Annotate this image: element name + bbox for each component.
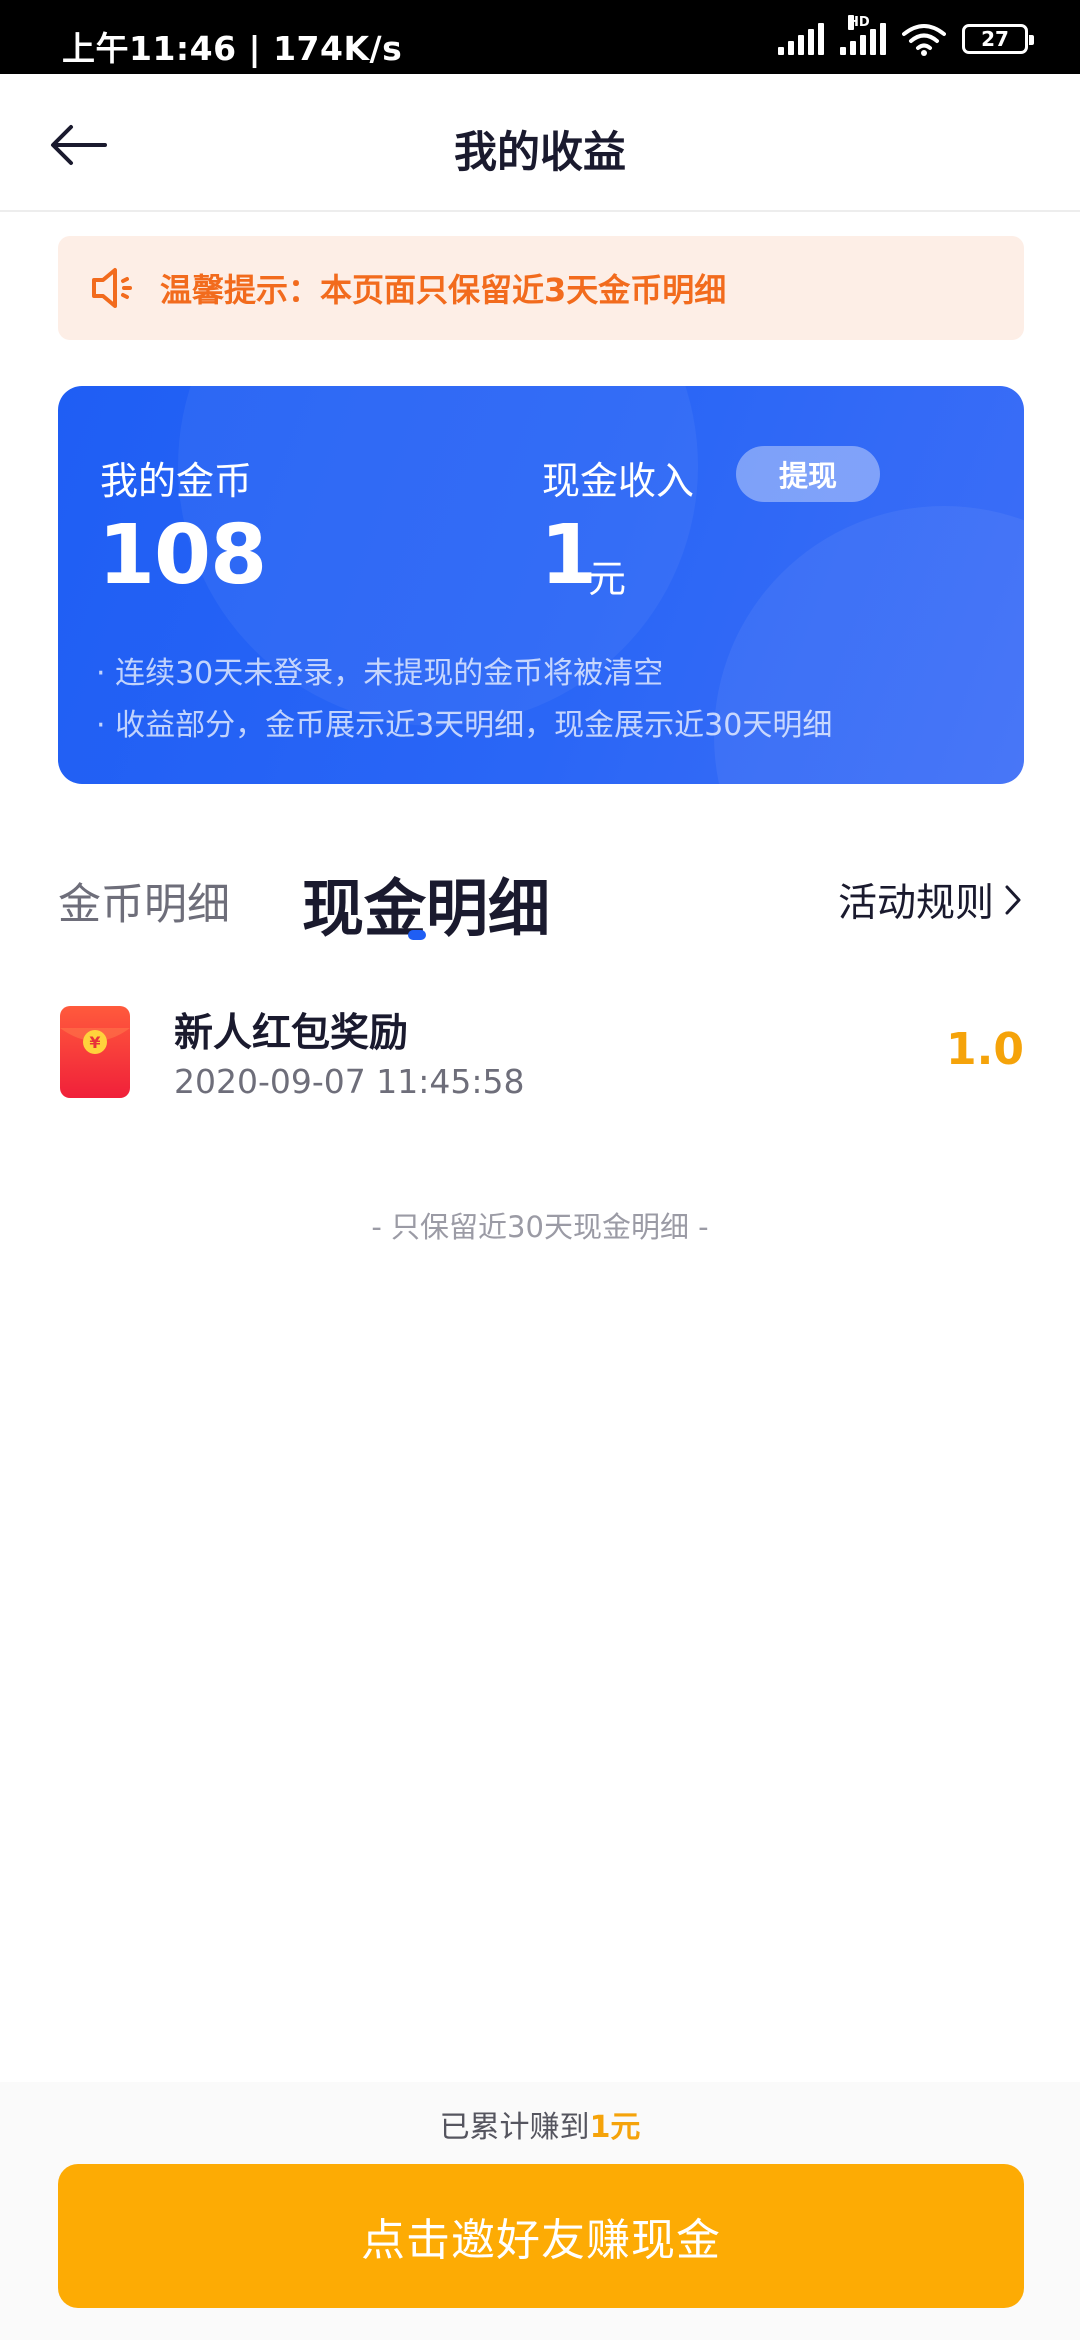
earned-amount: 1元 bbox=[589, 2110, 641, 2145]
battery-level: 27 bbox=[981, 27, 1009, 51]
notice-text: 温馨提示：本页面只保留近3天金币明细 bbox=[160, 271, 727, 309]
hd-label: HD bbox=[848, 15, 870, 30]
active-tab-indicator bbox=[408, 930, 426, 940]
tab-coin-details[interactable]: 金币明细 bbox=[58, 870, 230, 932]
list-item: ¥ 新人红包奖励 2020-09-07 11:45:58 1.0 bbox=[58, 1000, 1024, 1112]
card-note: · 连续30天未登录，未提现的金币将被清空 bbox=[96, 656, 664, 691]
cash-income-label: 现金收入 bbox=[542, 459, 695, 503]
record-time: 2020-09-07 11:45:58 bbox=[174, 1062, 525, 1101]
signal-hd-icon: HD bbox=[840, 15, 886, 55]
card-note: · 收益部分，金币展示近3天明细，现金展示近30天明细 bbox=[96, 708, 833, 743]
speaker-icon bbox=[92, 268, 132, 308]
earned-summary: 已累计赚到1元 bbox=[0, 2102, 1080, 2146]
battery-icon: 27 bbox=[962, 24, 1034, 54]
record-title: 新人红包奖励 bbox=[174, 1011, 409, 1056]
detail-tabs: 金币明细 现金明细 活动规则 bbox=[0, 840, 1080, 960]
coin-label: 我的金币 bbox=[100, 459, 253, 503]
earnings-summary-card: 我的金币 108 现金收入 提现 1 元 · 连续30天未登录，未提现的金币将被… bbox=[58, 386, 1024, 784]
wifi-icon bbox=[902, 24, 946, 56]
retention-note: - 只保留近30天现金明细 - bbox=[371, 1210, 709, 1244]
activity-rules-link[interactable]: 活动规则 bbox=[838, 872, 1022, 928]
status-time-speed: 上午11:46 | 174K/s bbox=[62, 29, 403, 68]
withdraw-button[interactable]: 提现 bbox=[736, 446, 880, 502]
activity-rules-label: 活动规则 bbox=[837, 881, 994, 926]
record-amount: 1.0 bbox=[946, 1024, 1024, 1075]
chevron-right-icon bbox=[1005, 885, 1021, 915]
page-title: 我的收益 bbox=[454, 128, 626, 178]
invite-friends-button[interactable]: 点击邀好友赚现金 bbox=[58, 2164, 1024, 2308]
cash-income-unit: 元 bbox=[588, 557, 627, 601]
status-bar: 上午11:46 | 174K/s HD 27 bbox=[0, 0, 1080, 74]
svg-text:¥: ¥ bbox=[89, 1033, 100, 1052]
header: 我的收益 bbox=[0, 74, 1080, 212]
notice-banner: 温馨提示：本页面只保留近3天金币明细 bbox=[58, 236, 1024, 340]
footer: 已累计赚到1元 点击邀好友赚现金 bbox=[0, 2082, 1080, 2340]
signal-icon bbox=[778, 23, 824, 55]
red-packet-icon: ¥ bbox=[60, 1006, 130, 1098]
tab-cash-details[interactable]: 现金明细 bbox=[302, 858, 550, 948]
earned-prefix: 已累计赚到 bbox=[439, 2110, 590, 2145]
status-icons: HD 27 bbox=[778, 15, 1034, 56]
coin-balance: 108 bbox=[98, 508, 267, 603]
